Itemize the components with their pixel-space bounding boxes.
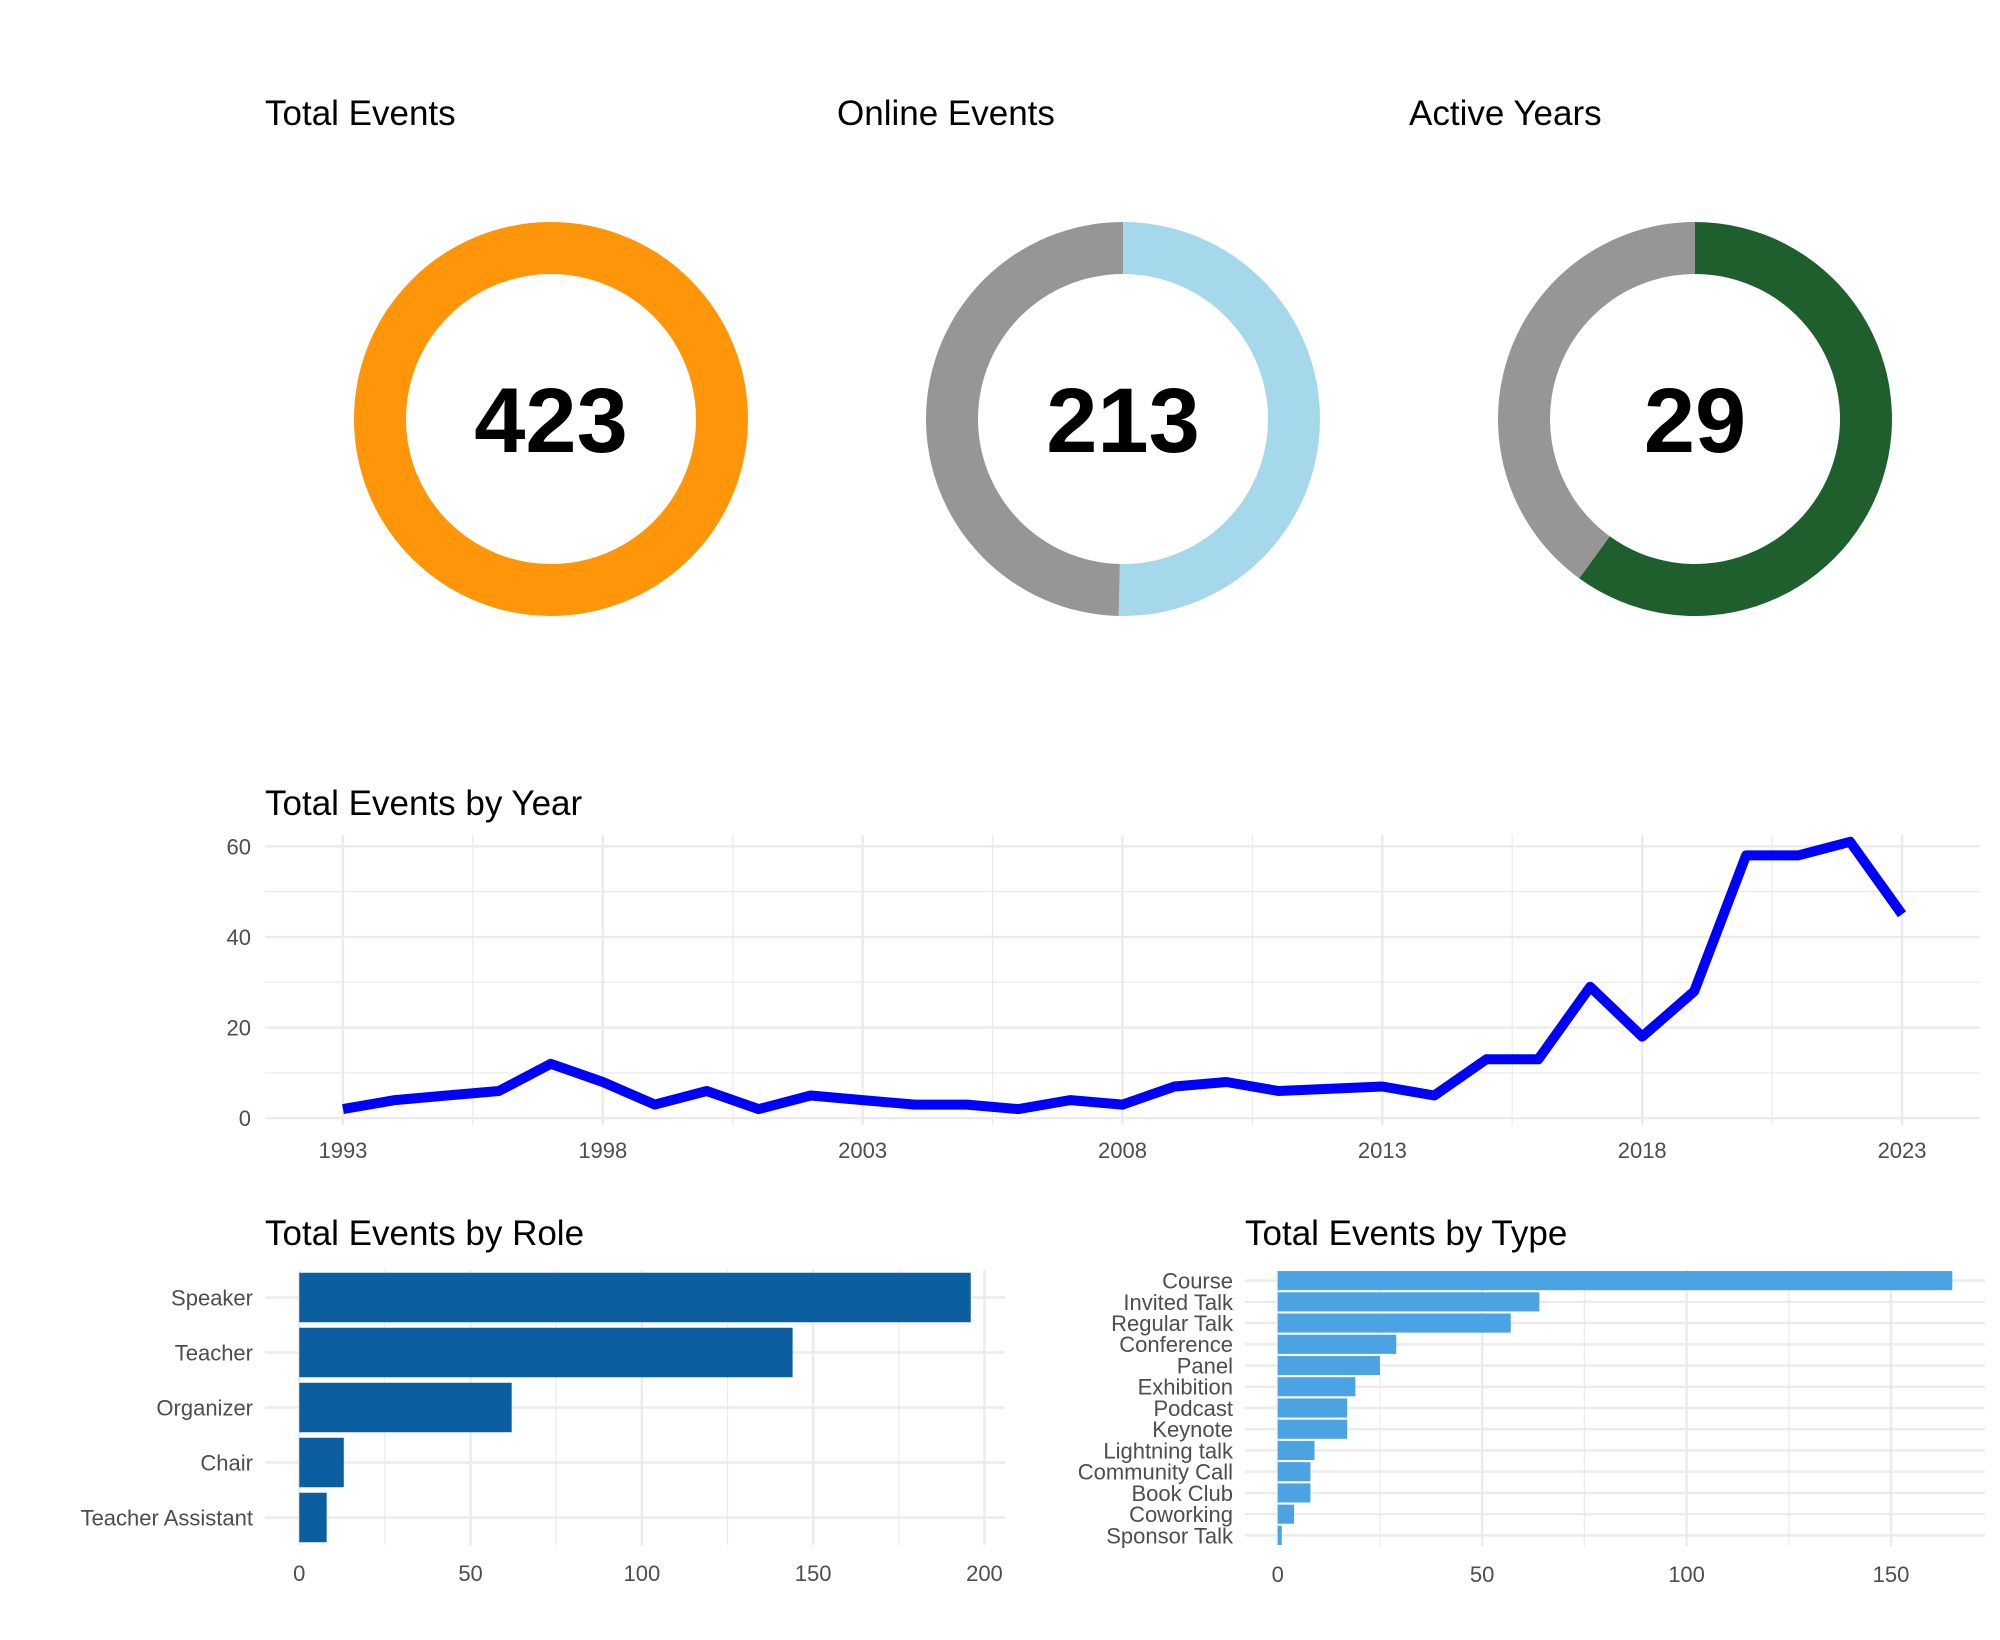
bar-teacher-assistant [299,1492,327,1543]
bar-sponsor-talk [1277,1525,1282,1545]
donut-online-events: Online Events 213 [837,94,1320,616]
donut-online-events-value: 213 [1046,370,1200,472]
donut-total-events-title: Total Events [265,94,456,133]
donut-online-events-title: Online Events [837,94,1055,133]
bar-chart-events-by-role: Total Events by Role 0 50 100 150 200 Speaker… [81,1214,1005,1586]
bar-exhibition [1277,1377,1356,1397]
category-label: Organizer [156,1395,253,1420]
x-tick-label: 100 [623,1561,660,1586]
x-tick-label: 2018 [1618,1138,1667,1163]
donut-active-years: Active Years 29 [1409,94,1893,616]
x-tick-label: 150 [795,1561,832,1586]
category-label: Sponsor Talk [1106,1523,1234,1548]
bar-organizer [299,1382,512,1433]
y-tick-label: 20 [227,1016,251,1041]
category-label: Teacher [175,1340,253,1365]
bar-keynote [1277,1419,1348,1439]
bar-lightning-talk [1277,1440,1315,1461]
x-tick-label: 1998 [578,1138,627,1163]
y-tick-label: 60 [227,834,251,859]
bar-panel [1277,1355,1380,1376]
line-chart-events-by-year: Total Events by Year 0 20 40 60 1993 1998 2003… [227,784,1980,1163]
x-tick-label: 2013 [1358,1138,1407,1163]
type-chart-title: Total Events by Type [1245,1214,1567,1253]
category-label: Teacher Assistant [81,1505,253,1530]
bar-course [1277,1271,1953,1291]
x-tick-label: 2023 [1878,1138,1927,1163]
bar-regular-talk [1277,1313,1511,1333]
donut-total-events: Total Events 423 [265,94,748,616]
y-tick-label: 40 [227,925,251,950]
bar-chair [299,1437,344,1488]
bar-coworking [1277,1504,1295,1524]
donut-total-events-value: 423 [474,370,628,472]
bar-community-call [1277,1462,1311,1482]
line-chart-title: Total Events by Year [265,784,582,823]
x-tick-label: 0 [293,1561,305,1586]
bar-conference [1277,1334,1397,1354]
donut-active-years-value: 29 [1644,370,1746,472]
category-label: Speaker [171,1285,253,1310]
x-tick-label: 1993 [318,1138,367,1163]
role-chart-title: Total Events by Role [265,1214,584,1253]
x-tick-label: 50 [1470,1562,1494,1587]
x-tick-label: 0 [1272,1562,1284,1587]
x-tick-label: 150 [1873,1562,1910,1587]
x-tick-label: 50 [458,1561,482,1586]
y-tick-label: 0 [239,1106,251,1131]
x-tick-label: 2008 [1098,1138,1147,1163]
x-tick-label: 200 [966,1561,1003,1586]
bar-book-club [1277,1483,1311,1503]
x-tick-label: 2003 [838,1138,887,1163]
dashboard-canvas: Total Events 423 Online Events 213 Activ… [81,94,1985,1587]
bar-chart-events-by-type: Total Events by Type 0 50 100 150CourseInvi… [1078,1214,1985,1587]
line-chart-ticks: 0 20 40 60 1993 1998 2003 2008 2013 2018 2023 [227,834,1927,1163]
donut-active-years-title: Active Years [1409,94,1602,133]
bar-teacher [299,1327,793,1378]
bar-invited-talk [1277,1292,1540,1312]
bar-speaker [299,1272,971,1323]
bar-podcast [1277,1398,1348,1418]
x-tick-label: 100 [1668,1562,1705,1587]
category-label: Chair [200,1450,253,1475]
